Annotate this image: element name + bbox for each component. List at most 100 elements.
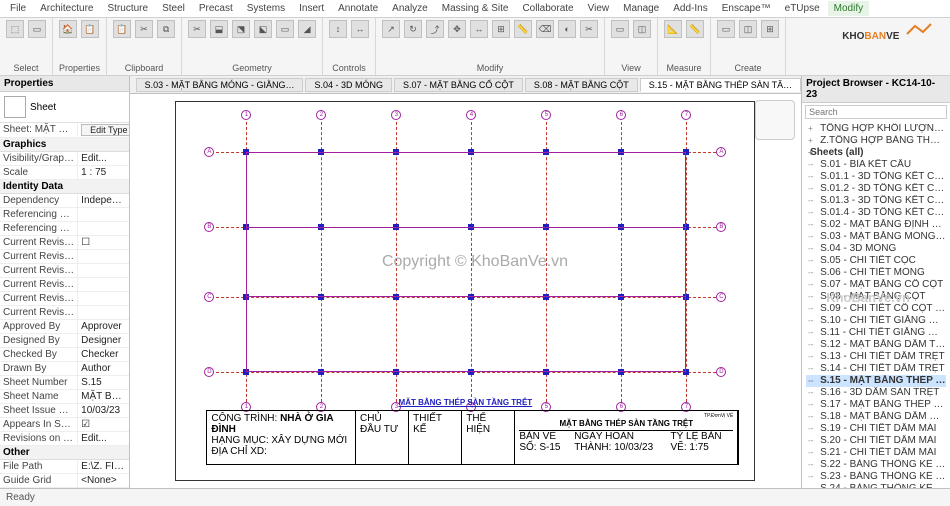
browser-sheet-item[interactable]: S.12 - MẶT BẰNG DẦM TẦNG TRỆT (806, 339, 946, 351)
browser-sheet-item[interactable]: S.13 - CHI TIẾT DẦM TRỆT (806, 351, 946, 363)
props-row[interactable]: Current Revision Date (0, 278, 129, 292)
ribbon-button-icon[interactable]: ⬕ (254, 20, 272, 38)
browser-sheet-item[interactable]: S.16 - 3D DẦM SÀN TRỆT (806, 387, 946, 399)
props-row[interactable]: Guide Grid<None> (0, 474, 129, 488)
props-value[interactable]: E:\Z. FILES BUON BAN\NH… (77, 460, 128, 473)
browser-sheet-item[interactable]: S.21 - CHI TIẾT DẦM MÁI (806, 447, 946, 459)
browser-sheet-item[interactable]: S.06 - CHI TIẾT MÓNG (806, 267, 946, 279)
props-value[interactable] (77, 208, 128, 221)
ribbon-tab[interactable]: Architecture (34, 1, 99, 16)
props-row[interactable]: Referencing Detail (0, 222, 129, 236)
browser-sheet-item[interactable]: S.05 - CHI TIẾT CỌC (806, 255, 946, 267)
browser-sheet-item[interactable]: S.22 - BẢNG THỐNG KÊ THÉP CỘT - CC (806, 459, 946, 471)
browser-sheet-item[interactable]: S.24 - BẢNG THỐNG KÊ THÉP DẦM TRỆT (806, 483, 946, 488)
ribbon-button-icon[interactable]: ◢ (298, 20, 316, 38)
ribbon-tab[interactable]: eTUpse (779, 1, 826, 16)
browser-sheet-item[interactable]: S.11 - CHI TIẾT GIẰNG MÓNG (806, 327, 946, 339)
browser-sheet-item[interactable]: S.18 - MẶT BẰNG DẦM SÀN MÁI (806, 411, 946, 423)
ribbon-tab[interactable]: File (4, 1, 32, 16)
props-row[interactable]: Sheet Issue Date10/03/23 (0, 404, 129, 418)
ribbon-button-icon[interactable]: ▭ (611, 20, 629, 38)
ribbon-button-icon[interactable]: ⬔ (232, 20, 250, 38)
props-value[interactable]: Checker (77, 348, 128, 361)
ribbon-button-icon[interactable]: ⊞ (492, 20, 510, 38)
ribbon-button-icon[interactable]: 📏 (514, 20, 532, 38)
browser-sheet-item[interactable]: S.01.2 - 3D TỔNG KẾT CẤU 2 (806, 183, 946, 195)
ribbon-button-icon[interactable]: 📏 (686, 20, 704, 38)
props-row[interactable]: DependencyIndependent (0, 194, 129, 208)
ribbon-button-icon[interactable]: 📋 (113, 20, 131, 38)
ribbon-tab[interactable]: Add-Ins (667, 1, 713, 16)
ribbon-button-icon[interactable]: ▭ (717, 20, 735, 38)
browser-sheet-item[interactable]: S.01.1 - 3D TỔNG KẾT CẤU 1 (806, 171, 946, 183)
ribbon-button-icon[interactable]: ▭ (276, 20, 294, 38)
browser-sheet-item[interactable]: S.15 - MẶT BẰNG THÉP SÀN TẦNG TRỆT (806, 375, 946, 387)
props-row[interactable]: File PathE:\Z. FILES BUON BAN\NH… (0, 460, 129, 474)
ribbon-tab[interactable]: Modify (828, 1, 869, 16)
view-tab[interactable]: S.03 - MẶT BẰNG MÓNG - GIẰNG… (136, 78, 304, 92)
props-value[interactable]: ☐ (77, 236, 128, 249)
props-row[interactable]: Checked ByChecker (0, 348, 129, 362)
title-block[interactable]: CÔNG TRÌNH: NHÀ Ở GIA ĐÌNH HẠNG MỤC: XÂY… (206, 410, 739, 465)
ribbon-tab[interactable]: Systems (241, 1, 291, 16)
props-value[interactable] (77, 222, 128, 235)
ribbon-tab[interactable]: Massing & Site (436, 1, 515, 16)
props-row[interactable]: Sheet NameMẶT BẰNG THÉP SÀN TĂ… (0, 390, 129, 404)
props-row[interactable]: Current Revision (0, 306, 129, 320)
browser-sheet-item[interactable]: S.03 - MẶT BẰNG MÓNG - GIẰNG MÓNG (806, 231, 946, 243)
browser-item[interactable]: TỔNG HỢP KHỐI LƯỢNG CỌC ĐÁ 1x2 M250 (806, 123, 946, 135)
browser-sheet-item[interactable]: S.17 - MẶT BẰNG THÉP MŨ SÀN TẦNG TRỆT (806, 399, 946, 411)
props-row[interactable]: Scale1 : 75 (0, 166, 129, 180)
ribbon-button-icon[interactable]: ✂ (188, 20, 206, 38)
props-row[interactable]: Current Revision Issued☐ (0, 236, 129, 250)
ribbon-button-icon[interactable]: ↔ (351, 20, 369, 38)
drawing-canvas[interactable]: 11223344556677AABBCCDD MẶT BẰNG THÉP SÀN… (130, 94, 801, 488)
props-row[interactable]: Current Revision Descripti… (0, 292, 129, 306)
ribbon-button-icon[interactable]: ▭ (28, 20, 46, 38)
view-tab[interactable]: S.08 - MẶT BẰNG CỘT (525, 78, 638, 92)
props-row[interactable]: Referencing Sheet (0, 208, 129, 222)
ribbon-button-icon[interactable]: ◐ (558, 20, 576, 38)
ribbon-button-icon[interactable]: ✥ (448, 20, 466, 38)
props-value[interactable] (77, 250, 128, 263)
props-value[interactable]: Designer (77, 334, 128, 347)
ribbon-button-icon[interactable]: 🏠 (59, 20, 77, 38)
browser-sheet-item[interactable]: S.01.3 - 3D TỔNG KẾT CẤU 3 (806, 195, 946, 207)
ribbon-tab[interactable]: Steel (156, 1, 191, 16)
props-value[interactable] (77, 278, 128, 291)
ribbon-button-icon[interactable]: ↻ (404, 20, 422, 38)
ribbon-button-icon[interactable]: ◫ (739, 20, 757, 38)
ribbon-button-icon[interactable]: 📋 (81, 20, 99, 38)
ribbon-button-icon[interactable]: ↔ (470, 20, 488, 38)
props-row[interactable]: Approved ByApprover (0, 320, 129, 334)
props-row[interactable]: Current Revision Issued By (0, 250, 129, 264)
props-value[interactable]: S.15 (77, 376, 128, 389)
ribbon-tab[interactable]: Enscape™ (716, 1, 777, 16)
ribbon-tab[interactable]: Collaborate (516, 1, 579, 16)
edit-type-button[interactable]: Edit Type (81, 124, 128, 136)
ribbon-button-icon[interactable]: ⌫ (536, 20, 554, 38)
browser-sheet-item[interactable]: S.04 - 3D MÓNG (806, 243, 946, 255)
ribbon-button-icon[interactable]: ↕ (329, 20, 347, 38)
ribbon-button-icon[interactable]: ⊞ (761, 20, 779, 38)
ribbon-button-icon[interactable]: 📐 (664, 20, 682, 38)
ribbon-button-icon[interactable]: ⤴ (426, 20, 444, 38)
props-value[interactable]: Independent (77, 194, 128, 207)
ribbon-tab[interactable]: View (582, 1, 616, 16)
browser-sheet-item[interactable]: S.01 - BÌA KẾT CẤU (806, 159, 946, 171)
props-value[interactable] (77, 292, 128, 305)
props-row[interactable]: Current Revision Issued To (0, 264, 129, 278)
view-tab[interactable]: S.07 - MẶT BẰNG CỔ CỘT (394, 78, 523, 92)
props-value[interactable] (77, 264, 128, 277)
browser-sheet-item[interactable]: S.02 - MẶT BẰNG ĐỊNH VỊ CỌC (806, 219, 946, 231)
properties-type-selector[interactable]: Sheet (0, 92, 129, 123)
instance-selector[interactable]: Sheet: MẶT BẰNG THÉP SÀN TĂ… (0, 123, 77, 137)
browser-sheet-item[interactable]: S.20 - CHI TIẾT DẦM MÁI (806, 435, 946, 447)
props-row[interactable]: Appears In Sheet List☑ (0, 418, 129, 432)
browser-sheets-root[interactable]: Sheets (all) (806, 147, 946, 159)
ribbon-tab[interactable]: Analyze (386, 1, 434, 16)
ribbon-button-icon[interactable]: ◫ (633, 20, 651, 38)
props-value[interactable]: Edit... (77, 152, 128, 165)
props-row[interactable]: Revisions on SheetEdit... (0, 432, 129, 446)
project-browser-search[interactable] (805, 105, 947, 119)
